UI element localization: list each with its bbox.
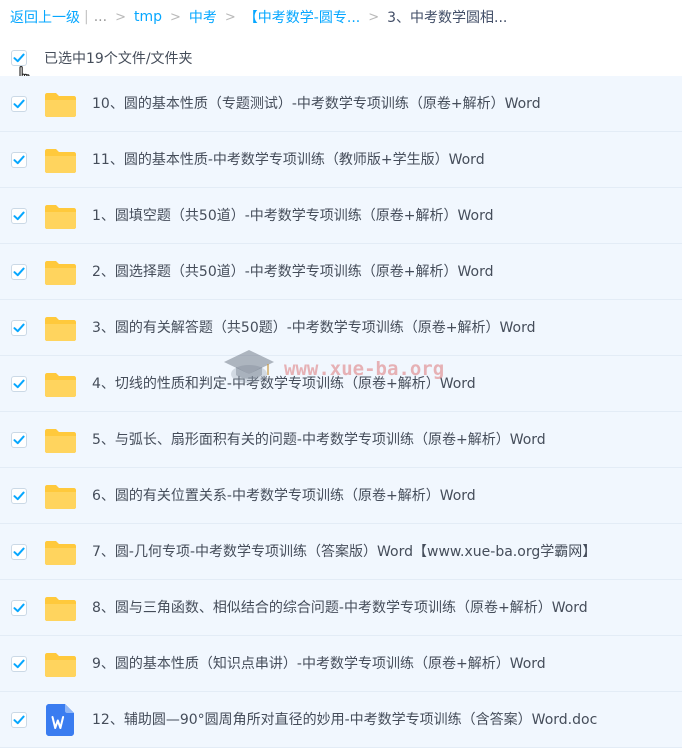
checkmark-icon bbox=[13, 491, 25, 501]
breadcrumb: 返回上一级 | ... > tmp > 中考 > 【中考数学-圆专... > 3… bbox=[0, 0, 682, 34]
breadcrumb-item-zhongkao[interactable]: 中考 bbox=[189, 7, 217, 27]
file-row[interactable]: 8、圆与三角函数、相似结合的综合问题-中考数学专项训练（原卷+解析）Word bbox=[0, 580, 682, 636]
breadcrumb-item-tmp[interactable]: tmp bbox=[134, 9, 162, 25]
folder-icon bbox=[45, 429, 76, 453]
file-name[interactable]: 10、圆的基本性质（专题测试）-中考数学专项训练（原卷+解析）Word bbox=[92, 76, 541, 132]
checkmark-icon bbox=[13, 547, 25, 557]
file-name[interactable]: 6、圆的有关位置关系-中考数学专项训练（原卷+解析）Word bbox=[92, 468, 476, 524]
breadcrumb-ellipsis[interactable]: ... bbox=[94, 9, 107, 25]
file-checkbox[interactable] bbox=[11, 488, 27, 504]
file-row[interactable]: 2、圆选择题（共50道）-中考数学专项训练（原卷+解析）Word bbox=[0, 244, 682, 300]
file-name[interactable]: 12、辅助圆—90°圆周角所对直径的妙用-中考数学专项训练（含答案）Word.d… bbox=[92, 692, 597, 748]
folder-icon bbox=[45, 93, 76, 117]
checkmark-icon bbox=[13, 267, 25, 277]
checkmark-icon bbox=[13, 155, 25, 165]
file-checkbox[interactable] bbox=[11, 712, 27, 728]
folder-icon bbox=[45, 485, 76, 509]
file-name[interactable]: 3、圆的有关解答题（共50题）-中考数学专项训练（原卷+解析）Word bbox=[92, 300, 536, 356]
file-checkbox[interactable] bbox=[11, 432, 27, 448]
file-row[interactable]: 4、切线的性质和判定-中考数学专项训练（原卷+解析）Word bbox=[0, 356, 682, 412]
file-checkbox[interactable] bbox=[11, 96, 27, 112]
file-list: 10、圆的基本性质（专题测试）-中考数学专项训练（原卷+解析）Word 11、圆的… bbox=[0, 76, 682, 748]
checkmark-icon bbox=[13, 323, 25, 333]
file-checkbox[interactable] bbox=[11, 264, 27, 280]
checkmark-icon bbox=[13, 659, 25, 669]
file-checkbox[interactable] bbox=[11, 208, 27, 224]
file-name[interactable]: 7、圆-几何专项-中考数学专项训练（答案版）Word【www.xue-ba.or… bbox=[92, 524, 596, 580]
checkmark-icon bbox=[13, 379, 25, 389]
file-row[interactable]: 5、与弧长、扇形面积有关的问题-中考数学专项训练（原卷+解析）Word bbox=[0, 412, 682, 468]
checkmark-icon bbox=[13, 211, 25, 221]
file-row[interactable]: 1、圆填空题（共50道）-中考数学专项训练（原卷+解析）Word bbox=[0, 188, 682, 244]
breadcrumb-divider: | bbox=[84, 9, 89, 25]
breadcrumb-arrow: > bbox=[224, 9, 236, 25]
checkmark-icon bbox=[13, 99, 25, 109]
folder-icon bbox=[45, 597, 76, 621]
file-checkbox[interactable] bbox=[11, 656, 27, 672]
breadcrumb-arrow: > bbox=[368, 9, 380, 25]
breadcrumb-current: 3、中考数学圆相... bbox=[387, 10, 508, 26]
file-row[interactable]: 10、圆的基本性质（专题测试）-中考数学专项训练（原卷+解析）Word bbox=[0, 76, 682, 132]
file-checkbox[interactable] bbox=[11, 320, 27, 336]
file-checkbox[interactable] bbox=[11, 600, 27, 616]
back-link[interactable]: 返回上一级 bbox=[10, 7, 80, 27]
file-name[interactable]: 4、切线的性质和判定-中考数学专项训练（原卷+解析）Word bbox=[92, 356, 476, 412]
checkmark-icon bbox=[13, 435, 25, 445]
folder-icon bbox=[45, 653, 76, 677]
breadcrumb-item-circle-topic[interactable]: 【中考数学-圆专... bbox=[244, 7, 360, 27]
file-name[interactable]: 2、圆选择题（共50道）-中考数学专项训练（原卷+解析）Word bbox=[92, 244, 494, 300]
file-row[interactable]: 11、圆的基本性质-中考数学专项训练（教师版+学生版）Word bbox=[0, 132, 682, 188]
checkmark-icon bbox=[13, 603, 25, 613]
checkmark-icon bbox=[13, 715, 25, 725]
select-all-checkbox[interactable] bbox=[11, 50, 27, 66]
breadcrumb-arrow: > bbox=[170, 9, 181, 25]
folder-icon bbox=[45, 149, 76, 173]
file-row[interactable]: 12、辅助圆—90°圆周角所对直径的妙用-中考数学专项训练（含答案）Word.d… bbox=[0, 692, 682, 748]
file-name[interactable]: 5、与弧长、扇形面积有关的问题-中考数学专项训练（原卷+解析）Word bbox=[92, 412, 546, 468]
file-name[interactable]: 9、圆的基本性质（知识点串讲）-中考数学专项训练（原卷+解析）Word bbox=[92, 636, 546, 692]
file-row[interactable]: 3、圆的有关解答题（共50题）-中考数学专项训练（原卷+解析）Word bbox=[0, 300, 682, 356]
selection-count-label: 已选中19个文件/文件夹 bbox=[44, 51, 193, 67]
folder-icon bbox=[45, 373, 76, 397]
folder-icon bbox=[45, 317, 76, 341]
file-name[interactable]: 8、圆与三角函数、相似结合的综合问题-中考数学专项训练（原卷+解析）Word bbox=[92, 580, 588, 636]
file-name[interactable]: 11、圆的基本性质-中考数学专项训练（教师版+学生版）Word bbox=[92, 132, 485, 188]
file-checkbox[interactable] bbox=[11, 544, 27, 560]
breadcrumb-arrow: > bbox=[115, 9, 126, 25]
word-doc-icon bbox=[46, 704, 74, 736]
select-all-bar: 已选中19个文件/文件夹 bbox=[0, 41, 682, 75]
file-checkbox[interactable] bbox=[11, 152, 27, 168]
file-row[interactable]: 9、圆的基本性质（知识点串讲）-中考数学专项训练（原卷+解析）Word bbox=[0, 636, 682, 692]
checkmark-icon bbox=[13, 53, 25, 63]
folder-icon bbox=[45, 261, 76, 285]
file-checkbox[interactable] bbox=[11, 376, 27, 392]
folder-icon bbox=[45, 205, 76, 229]
file-row[interactable]: 6、圆的有关位置关系-中考数学专项训练（原卷+解析）Word bbox=[0, 468, 682, 524]
file-row[interactable]: 7、圆-几何专项-中考数学专项训练（答案版）Word【www.xue-ba.or… bbox=[0, 524, 682, 580]
file-name[interactable]: 1、圆填空题（共50道）-中考数学专项训练（原卷+解析）Word bbox=[92, 188, 494, 244]
folder-icon bbox=[45, 541, 76, 565]
